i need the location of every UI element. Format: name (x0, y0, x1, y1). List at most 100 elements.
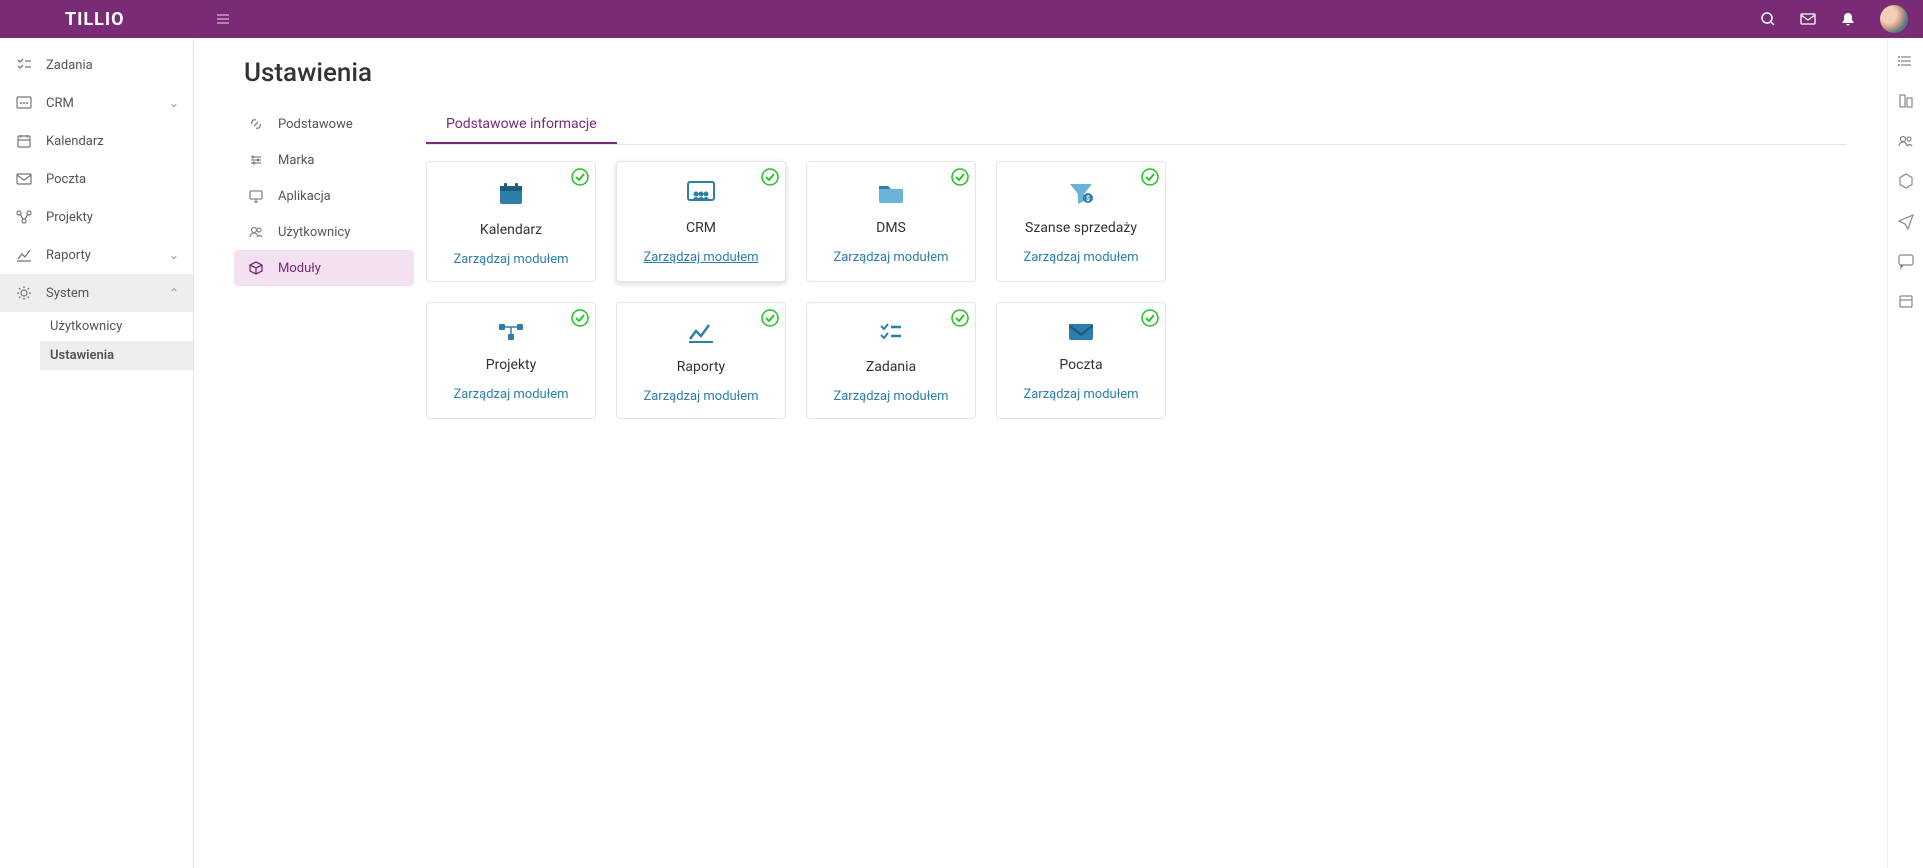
sidebar-item-poczta[interactable]: Poczta (0, 160, 193, 198)
sidebar-item-label: CRM (46, 96, 74, 111)
link-icon (248, 115, 266, 133)
status-ok-icon (950, 308, 970, 328)
box-icon (248, 259, 266, 277)
settings-nav-label: Podstawowe (278, 117, 353, 132)
right-rail (1887, 38, 1923, 868)
sidebar-item-label: Raporty (46, 248, 91, 263)
module-name: Zadania (866, 359, 916, 375)
settings-panel: Podstawowe informacje Kalendarz Zarządza… (426, 106, 1847, 419)
app-header: TILLIO (0, 0, 1923, 38)
settings-nav-podstawowe[interactable]: Podstawowe (234, 106, 414, 142)
module-card-crm: CRM Zarządzaj modułem (616, 161, 786, 282)
building-icon (1897, 92, 1915, 110)
checklist-icon (878, 321, 904, 345)
chevron-up-icon: ⌃ (169, 286, 179, 300)
user-avatar[interactable] (1880, 5, 1908, 33)
page-title: Ustawienia (234, 58, 1847, 88)
module-name: Projekty (486, 357, 537, 373)
module-card-projekty: Projekty Zarządzaj modułem (426, 302, 596, 419)
module-grid: Kalendarz Zarządzaj modułem CRM Zarządza… (426, 161, 1847, 419)
chevron-down-icon: ⌄ (169, 248, 179, 262)
sidebar-item-system[interactable]: System ⌃ (0, 274, 193, 312)
module-card-poczta: Poczta Zarządzaj modułem (996, 302, 1166, 419)
status-ok-icon (1140, 167, 1160, 187)
status-ok-icon (950, 167, 970, 187)
sidebar-item-label: Projekty (46, 210, 93, 225)
sidebar-system-submenu: Użytkownicy Ustawienia (0, 312, 193, 370)
sidebar-item-zadania[interactable]: Zadania (0, 46, 193, 84)
module-manage-link[interactable]: Zarządzaj modułem (453, 252, 568, 267)
module-card-dms: DMS Zarządzaj modułem (806, 161, 976, 282)
rail-send-button[interactable] (1897, 212, 1915, 230)
rail-tasks-button[interactable] (1897, 52, 1915, 70)
settings-nav-marka[interactable]: Marka (234, 142, 414, 178)
messages-button[interactable] (1800, 11, 1816, 27)
bell-icon (1840, 11, 1856, 27)
module-name: Kalendarz (480, 222, 542, 238)
hexagon-icon (1897, 172, 1915, 190)
gear-icon (14, 283, 34, 303)
sidebar-item-label: Zadania (46, 58, 93, 73)
sidebar-subitem-uzytkownicy[interactable]: Użytkownicy (40, 312, 193, 341)
monitor-icon (248, 187, 266, 205)
folder-icon (876, 180, 906, 206)
chart-icon (687, 321, 715, 345)
module-manage-link[interactable]: Zarządzaj modułem (453, 387, 568, 402)
module-name: DMS (876, 220, 906, 236)
module-manage-link[interactable]: Zarządzaj modułem (833, 389, 948, 404)
sidebar-subitem-label: Ustawienia (50, 348, 114, 363)
status-ok-icon (760, 308, 780, 328)
search-button[interactable] (1760, 11, 1776, 27)
settings-nav-label: Marka (278, 153, 315, 168)
settings-nav-label: Aplikacja (278, 189, 331, 204)
rail-chat-button[interactable] (1897, 252, 1915, 270)
module-manage-link[interactable]: Zarządzaj modułem (1023, 250, 1138, 265)
settings-nav-aplikacja[interactable]: Aplikacja (234, 178, 414, 214)
brand-logo: TILLIO (65, 9, 125, 30)
sidebar-item-kalendarz[interactable]: Kalendarz (0, 122, 193, 160)
sidebar-item-raporty[interactable]: Raporty ⌄ (0, 236, 193, 274)
header-actions (1760, 5, 1908, 33)
calendar-icon (1897, 292, 1915, 310)
status-ok-icon (570, 167, 590, 187)
search-icon (1760, 11, 1776, 27)
sidebar-subitem-ustawienia[interactable]: Ustawienia (40, 341, 193, 370)
tab-podstawowe-informacje[interactable]: Podstawowe informacje (426, 106, 617, 144)
sidebar-item-projekty[interactable]: Projekty (0, 198, 193, 236)
tasks-icon (14, 55, 34, 75)
module-manage-link[interactable]: Zarządzaj modułem (643, 250, 758, 265)
rail-building-button[interactable] (1897, 92, 1915, 110)
settings-tabs: Podstawowe informacje (426, 106, 1847, 145)
settings-sidenav: Podstawowe Marka Aplikacja Użytkownicy M… (234, 106, 414, 286)
rail-calendar-button[interactable] (1897, 292, 1915, 310)
main-content: Ustawienia Podstawowe Marka Aplikacja (194, 38, 1887, 868)
svg-text:$: $ (1086, 195, 1090, 203)
envelope-icon (1800, 11, 1816, 27)
list-icon (1897, 52, 1915, 70)
rail-node-button[interactable] (1897, 172, 1915, 190)
module-manage-link[interactable]: Zarządzaj modułem (833, 250, 948, 265)
projects-icon (14, 207, 34, 227)
sidebar-item-label: Poczta (46, 172, 86, 187)
settings-nav-uzytkownicy[interactable]: Użytkownicy (234, 214, 414, 250)
funnel-icon: $ (1066, 180, 1096, 206)
module-name: CRM (686, 220, 716, 236)
settings-nav-label: Moduły (278, 261, 321, 276)
rail-users-button[interactable] (1897, 132, 1915, 150)
sidebar-item-crm[interactable]: CRM ⌄ (0, 84, 193, 122)
send-icon (1897, 212, 1915, 230)
menu-toggle-button[interactable] (215, 11, 231, 27)
main-sidebar: Zadania CRM ⌄ Kalendarz Poczta Projekty … (0, 38, 194, 868)
module-manage-link[interactable]: Zarządzaj modułem (643, 389, 758, 404)
chevron-down-icon: ⌄ (169, 96, 179, 110)
sidebar-item-label: Kalendarz (46, 134, 104, 149)
crm-icon (14, 93, 34, 113)
module-card-kalendarz: Kalendarz Zarządzaj modułem (426, 161, 596, 282)
module-name: Raporty (677, 359, 725, 375)
module-card-zadania: Zadania Zarządzaj modułem (806, 302, 976, 419)
notifications-button[interactable] (1840, 11, 1856, 27)
users-icon (248, 223, 266, 241)
chat-icon (1897, 252, 1915, 270)
module-manage-link[interactable]: Zarządzaj modułem (1023, 387, 1138, 402)
settings-nav-moduly[interactable]: Moduły (234, 250, 414, 286)
